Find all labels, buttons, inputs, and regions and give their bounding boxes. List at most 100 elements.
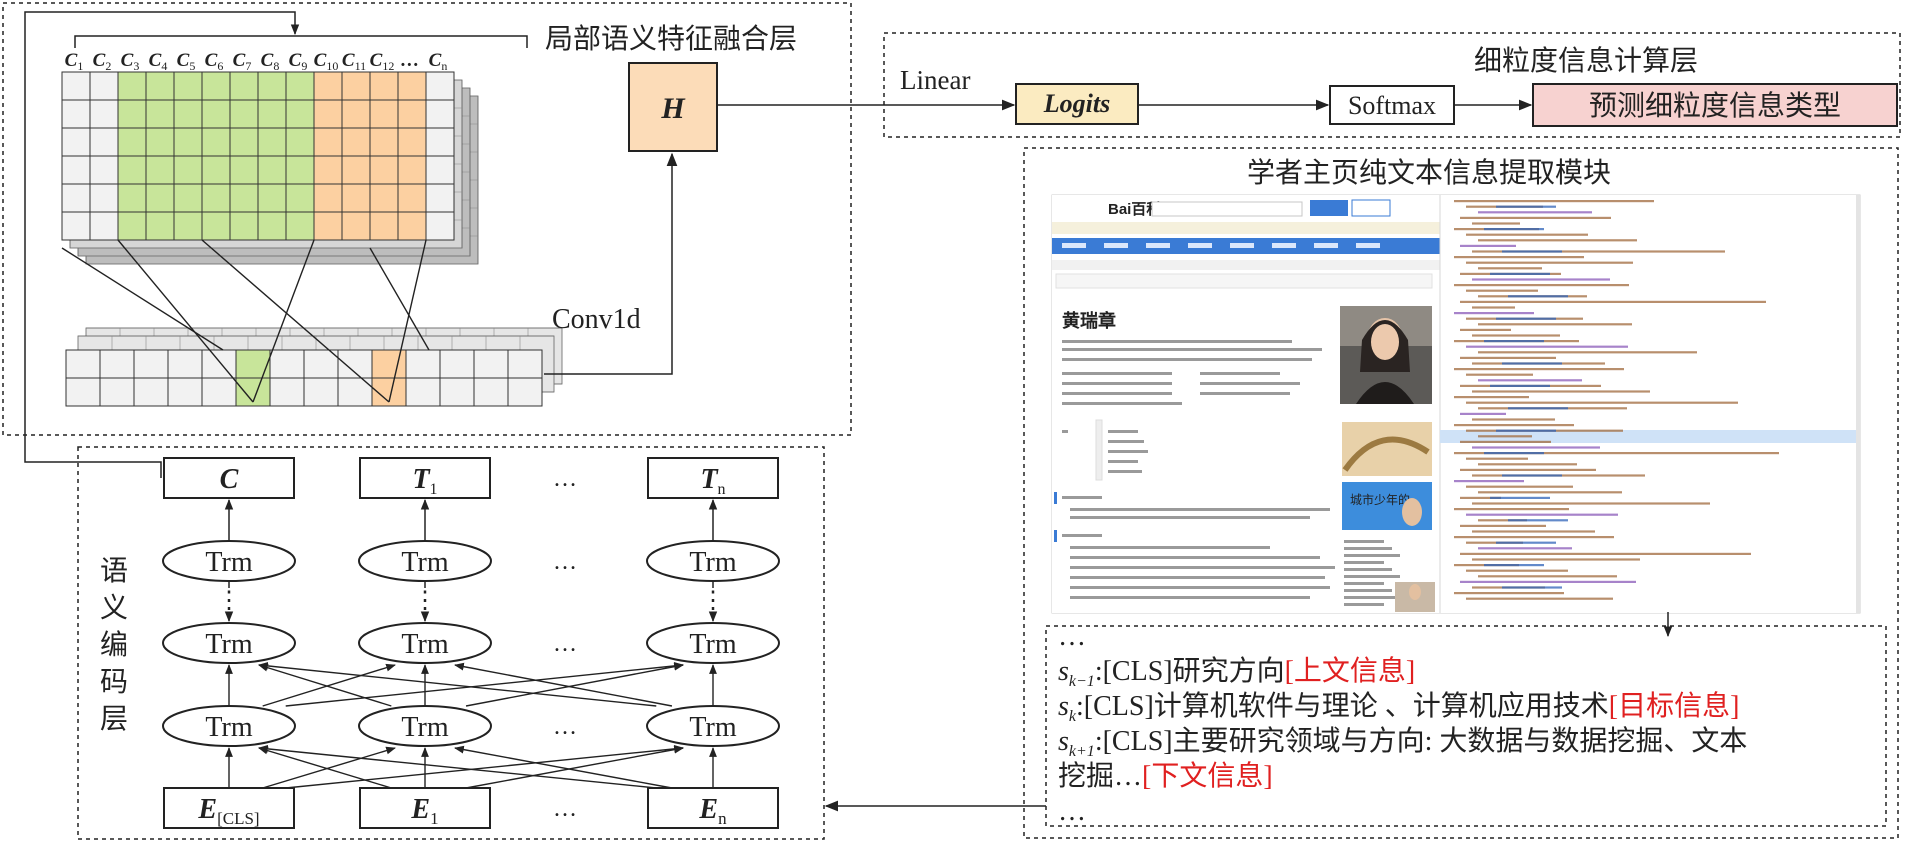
conv-cell — [99, 349, 135, 379]
conv-cell — [235, 349, 271, 379]
side-caption: 城市少年的 — [1350, 492, 1410, 507]
side-text-line — [1344, 568, 1392, 571]
column-label: C8 — [261, 50, 280, 73]
section-marker — [1054, 530, 1057, 542]
architecture-diagram: 局部语义特征融合层 细粒度信息计算层 学者主页纯文本信息提取模块 C1 C2 C3 C… — [2, 2, 1901, 840]
matrix-cell — [257, 127, 287, 157]
horizontal-ellipsis: … — [553, 549, 577, 575]
code-line — [1454, 396, 1529, 399]
attention-arrow — [258, 744, 657, 789]
matrix-cell — [313, 211, 343, 241]
attention-arrow — [262, 663, 396, 707]
text-line — [1070, 546, 1270, 549]
matrix-cell — [61, 127, 91, 157]
conv-cell — [405, 377, 441, 407]
nav-item — [1062, 243, 1086, 248]
matrix-cell — [257, 183, 287, 213]
text-line — [1062, 496, 1102, 499]
nav-item — [1188, 243, 1212, 248]
code-line — [1472, 306, 1515, 309]
matrix-cell — [229, 211, 259, 241]
trm-label: Trm — [401, 629, 448, 660]
encoder-network: C T1 TnE[CLS] E1 EnTrm Trm TrmTrm Trm TrmTrm Trm T… — [162, 457, 780, 829]
side-text-line — [1344, 603, 1384, 606]
column-label: C6 — [205, 50, 224, 73]
conv1d-label: Conv1d — [552, 304, 641, 335]
nav-item — [1272, 243, 1296, 248]
text-line — [1062, 402, 1182, 405]
conv-cell — [133, 377, 169, 407]
attention-arrow — [465, 662, 684, 707]
text-line — [1070, 556, 1320, 559]
text-line — [1062, 430, 1068, 433]
matrix-cell — [145, 211, 175, 241]
matrix-cell — [201, 155, 231, 185]
code-token — [1508, 407, 1568, 410]
code-line — [1466, 569, 1568, 572]
column-label: C3 — [121, 50, 140, 73]
matrix-cell — [61, 99, 91, 129]
conv-cell — [269, 377, 305, 407]
conv-cell — [167, 349, 203, 379]
conv-cell — [371, 349, 407, 379]
matrix-cell — [285, 211, 315, 241]
column-label: … — [401, 50, 420, 71]
trm-label: Trm — [205, 712, 252, 743]
matrix-cell — [397, 211, 427, 241]
matrix-cell — [369, 155, 399, 185]
code-line — [1478, 323, 1632, 326]
code-line — [1466, 485, 1573, 488]
conv-cell — [99, 377, 135, 407]
text-line — [1070, 596, 1310, 599]
trm-label: Trm — [205, 547, 252, 578]
matrix-cell — [285, 99, 315, 129]
code-line — [1466, 373, 1533, 376]
conv-cell — [337, 349, 373, 379]
toc-box — [1095, 419, 1103, 481]
matrix-cell — [397, 99, 427, 129]
side-text-line — [1344, 547, 1392, 550]
fusion-layer-title: 局部语义特征融合层 — [545, 23, 797, 55]
matrix-cell — [425, 99, 455, 129]
side-text-line — [1344, 589, 1392, 592]
column-label: C12 — [370, 50, 395, 73]
encoder-title-char: 编 — [100, 629, 128, 661]
code-line — [1466, 233, 1588, 236]
horizontal-ellipsis: … — [553, 466, 577, 492]
code-line — [1472, 418, 1555, 421]
code-line — [1460, 412, 1506, 415]
code-line — [1454, 480, 1524, 483]
code-line — [1454, 368, 1624, 371]
code-line — [1466, 261, 1633, 264]
linear-label: Linear — [900, 65, 970, 95]
attention-arrow — [465, 745, 684, 789]
diagram-canvas: 局部语义特征融合层 细粒度信息计算层 学者主页纯文本信息提取模块 C1 C2 C3 C… — [0, 0, 1921, 842]
conv-cell — [201, 377, 237, 407]
matrix-cell — [201, 71, 231, 101]
matrix-cell — [145, 99, 175, 129]
side-text-line — [1344, 575, 1400, 578]
code-line — [1454, 424, 1574, 427]
trm-label: Trm — [401, 547, 448, 578]
conv-cell — [133, 349, 169, 379]
column-label: C4 — [149, 50, 168, 73]
code-line — [1466, 401, 1738, 404]
text-line — [1062, 372, 1172, 375]
code-line — [1460, 300, 1766, 303]
column-label: C9 — [289, 50, 308, 73]
conv-cell — [201, 349, 237, 379]
extract-module-title: 学者主页纯文本信息提取模块 — [1247, 157, 1611, 189]
matrix-cell — [145, 183, 175, 213]
text-line — [1062, 340, 1292, 343]
matrix-cell — [425, 155, 455, 185]
text-line — [1108, 440, 1144, 443]
conv-cell — [439, 377, 475, 407]
encoder-title-char: 义 — [100, 593, 128, 624]
matrix-cell — [117, 183, 147, 213]
matrix-cell — [61, 155, 91, 185]
vertical-ellipsis: ⋮ — [217, 588, 241, 614]
matrix-cell — [397, 155, 427, 185]
code-token — [1484, 564, 1544, 567]
encoder-title: 语义编码层 — [100, 556, 128, 735]
code-line — [1454, 200, 1654, 203]
